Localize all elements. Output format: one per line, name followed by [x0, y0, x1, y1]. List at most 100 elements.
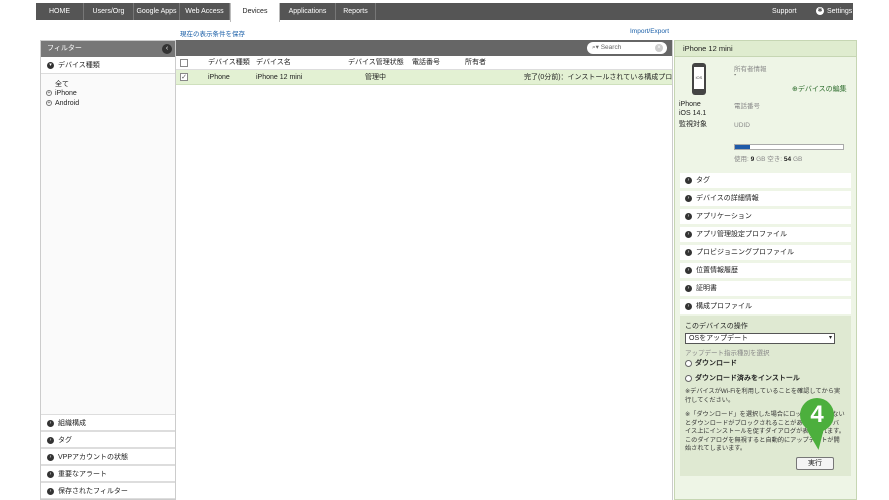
chevron-right-icon: ›	[47, 453, 54, 461]
storage-bar-fill	[735, 145, 751, 149]
device-table-panel: ⌕▾ Search × デバイス種類 デバイス名 デバイス管理状態 電話番号 所有…	[176, 40, 673, 500]
chevron-right-icon: ›	[685, 176, 692, 184]
nav-settings[interactable]: ✱ Settings	[816, 3, 852, 20]
filter-option-iphone[interactable]: + iPhone	[46, 90, 77, 97]
free-value: 54	[783, 156, 792, 163]
save-view-link[interactable]: 現在の表示条件を保存	[180, 28, 245, 38]
chevron-right-icon: ›	[47, 487, 54, 495]
nav-devices[interactable]: Devices	[230, 3, 280, 22]
section-certificates[interactable]: › 証明書	[680, 281, 851, 296]
section-location[interactable]: › 位置情報履歴	[680, 263, 851, 278]
nav-google-apps[interactable]: Google Apps	[134, 3, 180, 20]
detail-os: iOS 14.1	[679, 110, 707, 117]
section-label: 保存されたフィルター	[58, 488, 128, 495]
operation-selected: OSをアップデート	[689, 335, 749, 342]
section-label: アプリ管理設定プロファイル	[696, 231, 787, 238]
filter-option-label: iPhone	[55, 90, 77, 97]
nav-applications[interactable]: Applications	[280, 3, 336, 20]
col-device-name[interactable]: デバイス名	[256, 56, 291, 70]
edit-device-label: デバイスの編集	[797, 86, 847, 93]
section-applications[interactable]: › アプリケーション	[680, 209, 851, 224]
collapse-left-icon[interactable]: ‹	[162, 44, 172, 54]
used-value: 9	[750, 156, 755, 163]
chevron-down-icon: ▾	[828, 335, 832, 341]
chevron-right-icon: ›	[47, 470, 54, 478]
radio-download[interactable]: ダウンロード	[685, 358, 737, 368]
filter-section-device-type[interactable]: ▾ デバイス種類	[41, 57, 175, 74]
col-device-type[interactable]: デバイス種類	[208, 56, 250, 70]
detail-title: iPhone 12 mini	[675, 41, 856, 57]
chevron-right-icon: ›	[685, 194, 692, 202]
import-export-link[interactable]: Import/Export	[630, 28, 669, 35]
device-type-label: デバイス種類	[58, 62, 100, 69]
section-provisioning[interactable]: › プロビジョニングプロファイル	[680, 245, 851, 260]
device-detail-panel: iPhone 12 mini iOS iPhone iOS 14.1 監視対象 …	[674, 40, 857, 500]
nav-web-access[interactable]: Web Access	[180, 3, 230, 20]
filter-option-android[interactable]: + Android	[46, 100, 79, 107]
filter-section-org[interactable]: › 組織構成	[41, 414, 175, 431]
filter-panel: フィルター ‹ ▾ デバイス種類 全て + iPhone + Android › 組織構…	[40, 40, 176, 500]
top-nav: HOME Users/Org Google Apps Web Access De…	[36, 3, 853, 22]
chevron-right-icon: ›	[685, 230, 692, 238]
chevron-right-icon: ›	[685, 248, 692, 256]
device-operation-box: このデバイスの操作 OSをアップデート ▾ アップデート指示種別を選択 ダウンロー…	[680, 316, 851, 476]
operation-sub-label: アップデート指示種別を選択	[685, 350, 770, 357]
section-app-config[interactable]: › アプリ管理設定プロファイル	[680, 227, 851, 242]
select-all-checkbox[interactable]	[180, 59, 188, 67]
filter-header: フィルター ‹	[41, 41, 175, 57]
table-row[interactable]: ✓ iPhone iPhone 12 mini 管理中 完了(0分前)：インスト…	[176, 70, 672, 85]
table-toolbar: ⌕▾ Search ×	[176, 40, 672, 56]
operation-select[interactable]: OSをアップデート ▾	[685, 333, 835, 344]
chevron-right-icon: ›	[685, 212, 692, 220]
section-label: 位置情報履歴	[696, 267, 738, 274]
col-phone[interactable]: 電話番号	[412, 56, 440, 70]
section-label: 構成プロファイル	[696, 303, 752, 310]
gear-icon: ✱	[816, 7, 824, 16]
col-management-status[interactable]: デバイス管理状態	[348, 56, 404, 70]
radio-button[interactable]	[685, 374, 692, 382]
search-placeholder: Search	[600, 44, 622, 51]
storage-text: 使用: 9 GB 空き: 54 GB	[734, 153, 802, 163]
nav-users-org[interactable]: Users/Org	[84, 3, 134, 20]
cell-last-action: 完了(0分前)：インストールされている構成プロ...	[524, 74, 672, 81]
section-device-details[interactable]: › デバイスの詳細情報	[680, 191, 851, 206]
row-checkbox[interactable]: ✓	[180, 73, 188, 81]
chevron-right-icon: ›	[685, 266, 692, 274]
phone-icon: iOS	[692, 63, 706, 95]
col-owner[interactable]: 所有者	[465, 56, 486, 70]
filter-section-saved[interactable]: › 保存されたフィルター	[41, 482, 175, 499]
section-config-profiles[interactable]: › 構成プロファイル	[680, 299, 851, 314]
owner-value: -	[734, 72, 737, 79]
chevron-down-icon: ▾	[47, 61, 54, 69]
chevron-right-icon: ›	[685, 284, 692, 292]
radio-button[interactable]	[685, 359, 692, 367]
search-icon: ⌕▾	[592, 44, 601, 51]
chevron-right-icon: ›	[47, 436, 54, 444]
storage-bar	[734, 144, 844, 150]
settings-label: Settings	[827, 8, 853, 15]
execute-button[interactable]: 実行	[796, 457, 834, 470]
section-label: プロビジョニングプロファイル	[696, 249, 794, 256]
detail-model: iPhone	[679, 101, 701, 108]
nav-reports[interactable]: Reports	[336, 3, 376, 20]
filter-section-alerts[interactable]: › 重要なアラート	[41, 465, 175, 482]
search-input[interactable]: ⌕▾ Search ×	[587, 42, 667, 54]
filter-section-vpp[interactable]: › VPPアカウントの状態	[41, 448, 175, 465]
filter-section-tag[interactable]: › タグ	[41, 431, 175, 448]
clear-icon[interactable]: ×	[655, 44, 663, 52]
free-unit: GB	[792, 156, 803, 163]
cell-status: 管理中	[365, 74, 386, 81]
section-label: アプリケーション	[696, 213, 752, 220]
section-label: 重要なアラート	[58, 471, 107, 478]
edit-device-link[interactable]: ⊕デバイスの編集	[792, 84, 847, 94]
filter-all[interactable]: 全て	[55, 79, 69, 89]
udid-label: UDID	[734, 122, 750, 129]
radio-install[interactable]: ダウンロード済みをインストール	[685, 373, 800, 383]
filter-bottom-sections: › 組織構成 › タグ › VPPアカウントの状態 › 重要なアラート › 保存されたフィ…	[41, 414, 175, 499]
section-label: 組織構成	[58, 420, 86, 427]
nav-home[interactable]: HOME	[36, 3, 84, 20]
nav-support[interactable]: Support	[772, 3, 797, 20]
section-tags[interactable]: › タグ	[680, 173, 851, 188]
phone-label: 電話番号	[734, 103, 760, 110]
phone-screen-label: iOS	[694, 67, 704, 89]
